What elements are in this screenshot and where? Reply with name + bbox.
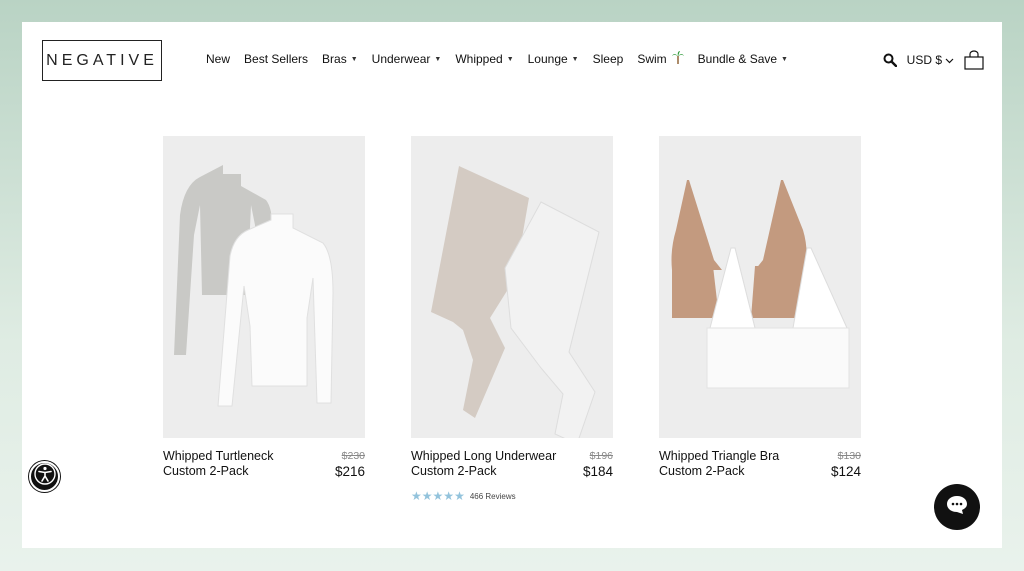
currency-label: USD $ bbox=[906, 53, 942, 67]
caret-down-icon: ▼ bbox=[434, 55, 442, 63]
nav-underwear-label: Underwear bbox=[371, 52, 431, 66]
product-grid: Whipped Turtleneck Custom 2-Pack $230 $2… bbox=[163, 136, 861, 503]
caret-down-icon: ▼ bbox=[781, 55, 788, 63]
nav-swim[interactable]: Swim bbox=[637, 51, 684, 67]
nav-best-sellers[interactable]: Best Sellers bbox=[244, 52, 308, 66]
star-icon: ★ bbox=[432, 489, 444, 503]
product-info: Whipped Long Underwear Custom 2-Pack $19… bbox=[411, 449, 613, 479]
product-name[interactable]: Whipped Triangle Bra Custom 2-Pack bbox=[659, 449, 809, 479]
search-icon[interactable] bbox=[883, 53, 897, 67]
nav-whipped-label: Whipped bbox=[455, 52, 503, 66]
product-info: Whipped Triangle Bra Custom 2-Pack $130 … bbox=[659, 449, 861, 479]
product-name[interactable]: Whipped Long Underwear Custom 2-Pack bbox=[411, 449, 561, 479]
brand-logo[interactable]: NEGATIVE bbox=[42, 40, 162, 81]
nav-new[interactable]: New bbox=[206, 52, 230, 66]
caret-down-icon: ▼ bbox=[506, 55, 514, 63]
nav-new-label: New bbox=[206, 52, 231, 66]
star-icon: ★ bbox=[443, 489, 454, 503]
page-container: NEGATIVE New Best Sellers Bras ▼ Underwea… bbox=[22, 22, 1002, 548]
nav-bras[interactable]: Bras ▼ bbox=[322, 52, 358, 66]
product-info: Whipped Turtleneck Custom 2-Pack $230 $2… bbox=[163, 449, 365, 479]
star-rating: ★ ★ ★ ★ ★ bbox=[411, 489, 465, 503]
sale-price: $216 bbox=[334, 464, 365, 479]
nav-swim-label: Swim bbox=[637, 52, 667, 66]
nav-sleep-label: Sleep bbox=[592, 52, 624, 66]
nav-best-sellers-label: Best Sellers bbox=[244, 52, 309, 66]
product-image-turtleneck[interactable] bbox=[163, 136, 365, 438]
caret-down-icon: ▼ bbox=[350, 55, 358, 63]
chat-icon bbox=[946, 495, 968, 520]
product-prices: $196 $184 bbox=[583, 449, 613, 479]
product-name[interactable]: Whipped Turtleneck Custom 2-Pack bbox=[163, 449, 313, 479]
shopping-bag-icon[interactable] bbox=[964, 50, 984, 70]
nav-bundle-save-label: Bundle & Save bbox=[697, 52, 778, 66]
product-name-line1: Whipped Long Underwear bbox=[411, 449, 557, 463]
product-prices: $230 $216 bbox=[335, 449, 365, 479]
currency-selector[interactable]: USD $ bbox=[907, 53, 954, 67]
palm-tree-icon bbox=[671, 51, 684, 67]
nav-bundle-save[interactable]: Bundle & Save ▼ bbox=[698, 52, 788, 66]
header-actions: USD $ bbox=[883, 50, 984, 70]
chevron-down-icon bbox=[945, 53, 954, 67]
accessibility-button[interactable] bbox=[29, 461, 60, 492]
product-prices: $130 $124 bbox=[831, 449, 861, 479]
product-image-triangle-bra[interactable] bbox=[659, 136, 861, 438]
nav-underwear[interactable]: Underwear ▼ bbox=[372, 52, 442, 66]
chat-button[interactable] bbox=[934, 484, 980, 530]
star-icon: ★ bbox=[454, 489, 465, 503]
review-count: 466 Reviews bbox=[469, 491, 516, 501]
nav-lounge[interactable]: Lounge ▼ bbox=[528, 52, 579, 66]
product-name-line1: Whipped Turtleneck bbox=[163, 449, 274, 463]
product-card[interactable]: Whipped Triangle Bra Custom 2-Pack $130 … bbox=[659, 136, 861, 503]
nav-sleep[interactable]: Sleep bbox=[593, 52, 624, 66]
product-image-long-underwear[interactable] bbox=[411, 136, 613, 438]
product-card[interactable]: Whipped Turtleneck Custom 2-Pack $230 $2… bbox=[163, 136, 365, 503]
sale-price: $184 bbox=[582, 464, 613, 479]
sale-price: $124 bbox=[830, 464, 861, 479]
original-price: $230 bbox=[341, 450, 365, 462]
star-icon: ★ bbox=[411, 489, 422, 503]
product-name-line1: Whipped Triangle Bra bbox=[659, 449, 780, 463]
accessibility-icon bbox=[33, 463, 56, 490]
nav-bras-label: Bras bbox=[322, 52, 347, 66]
main-nav: New Best Sellers Bras ▼ Underwear ▼ Whippe… bbox=[206, 51, 788, 67]
nav-whipped[interactable]: Whipped ▼ bbox=[455, 52, 513, 66]
product-name-line2: Custom 2-Pack bbox=[163, 464, 249, 478]
product-name-line2: Custom 2-Pack bbox=[659, 464, 745, 478]
logo-text: NEGATIVE bbox=[46, 51, 158, 69]
star-icon: ★ bbox=[421, 489, 433, 503]
nav-lounge-label: Lounge bbox=[527, 52, 568, 66]
product-rating[interactable]: ★ ★ ★ ★ ★ 466 Reviews bbox=[411, 489, 613, 503]
product-card[interactable]: Whipped Long Underwear Custom 2-Pack $19… bbox=[411, 136, 613, 503]
product-name-line2: Custom 2-Pack bbox=[411, 464, 497, 478]
original-price: $130 bbox=[837, 450, 861, 462]
caret-down-icon: ▼ bbox=[571, 55, 579, 63]
original-price: $196 bbox=[589, 450, 613, 462]
